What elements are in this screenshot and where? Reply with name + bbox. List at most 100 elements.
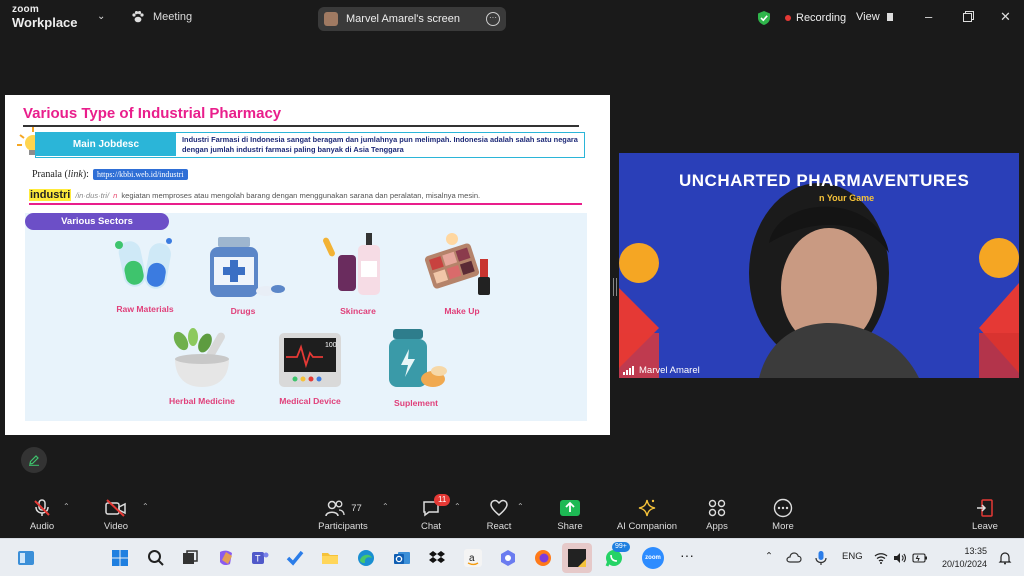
clock-date: 20/10/2024 bbox=[942, 559, 988, 569]
ecg-monitor-icon: 100 bbox=[279, 333, 341, 387]
outlook-icon[interactable] bbox=[392, 548, 412, 568]
amazon-icon[interactable]: a bbox=[463, 548, 483, 568]
split-view-handle[interactable] bbox=[613, 278, 617, 296]
view-grid-icon bbox=[886, 13, 893, 21]
video-button[interactable]: Video bbox=[98, 497, 134, 532]
participants-button[interactable]: 77 Participants bbox=[314, 497, 372, 532]
sector-label: Raw Materials bbox=[116, 304, 174, 314]
share-label: Share bbox=[557, 521, 583, 532]
react-button[interactable]: React bbox=[484, 497, 514, 532]
pranala-prefix: Pranala ( bbox=[32, 169, 68, 180]
pranala-label: Pranala (link): bbox=[32, 169, 89, 180]
dropbox-icon[interactable] bbox=[427, 548, 447, 568]
whatsapp-badge: 99+ bbox=[612, 542, 630, 552]
whatsapp-app[interactable]: 99+ bbox=[604, 542, 630, 568]
shared-screen-slide: Various Type of Industrial Pharmacy Main… bbox=[5, 95, 610, 435]
screen-share-pill[interactable]: Marvel Amarel's screen ··· bbox=[318, 7, 506, 31]
edge-browser-icon[interactable] bbox=[356, 548, 376, 568]
react-options-caret-icon[interactable]: ⌃ bbox=[517, 502, 524, 511]
ai-companion-button[interactable]: AI Companion bbox=[612, 497, 682, 532]
apps-label: Apps bbox=[706, 521, 728, 532]
participant-name: Marvel Amarel bbox=[639, 365, 700, 376]
skincare-bottles-icon bbox=[323, 233, 380, 295]
zoom-workplace-logo[interactable]: zoom Workplace bbox=[12, 5, 78, 30]
pranala-link-word: link bbox=[67, 169, 83, 180]
makeup-palette-icon bbox=[424, 233, 490, 295]
zoom-taskbar-icon[interactable]: zoom bbox=[642, 547, 664, 569]
signal-bars-icon bbox=[623, 366, 634, 375]
pencil-icon bbox=[29, 455, 39, 466]
sector-raw-materials: Raw Materials bbox=[100, 233, 190, 314]
main-jobdesc-label: Main Jobdesc bbox=[36, 133, 176, 156]
share-button[interactable]: Share bbox=[555, 497, 585, 532]
clock[interactable]: 13:35 20/10/2024 bbox=[942, 545, 987, 571]
test-tubes-icon bbox=[115, 238, 172, 289]
participants-options-caret-icon[interactable]: ⌃ bbox=[382, 502, 389, 511]
sector-drugs: Drugs bbox=[198, 233, 288, 316]
cloud-sync-icon[interactable] bbox=[786, 550, 802, 566]
various-sectors-label: Various Sectors bbox=[25, 213, 169, 230]
windows-start-icon[interactable] bbox=[110, 548, 130, 568]
participant-video[interactable]: UNCHARTED PHARMAVENTURES n Your Game Mar… bbox=[619, 153, 1019, 378]
volume-icon[interactable] bbox=[893, 551, 907, 565]
chevron-down-icon[interactable]: ⌄ bbox=[97, 11, 105, 22]
video-banner-subtext: n Your Game bbox=[819, 193, 875, 203]
leave-label: Leave bbox=[972, 521, 998, 532]
more-button[interactable]: More bbox=[768, 497, 798, 532]
more-apps-ellipsis-icon[interactable]: ··· bbox=[680, 547, 694, 563]
sector-herbal-medicine: Herbal Medicine bbox=[147, 327, 257, 406]
teams-icon[interactable]: T bbox=[250, 548, 270, 568]
definition-row: industri /in·dus·tri/ n kegiatan mempros… bbox=[29, 189, 579, 201]
language-indicator[interactable]: ENG bbox=[842, 551, 863, 562]
recording-indicator[interactable]: Recording bbox=[785, 12, 846, 24]
meeting-menu[interactable]: Meeting bbox=[131, 10, 192, 24]
annotate-button[interactable] bbox=[21, 447, 47, 473]
shield-check-icon[interactable] bbox=[757, 10, 771, 26]
definition-text: kegiatan memproses atau mengolah barang … bbox=[121, 191, 481, 200]
audio-options-caret-icon[interactable]: ⌃ bbox=[63, 502, 70, 511]
copilot-icon[interactable] bbox=[216, 548, 236, 568]
audio-button[interactable]: Audio bbox=[24, 497, 60, 532]
wifi-icon[interactable] bbox=[874, 551, 888, 565]
chat-button[interactable]: 11 Chat bbox=[416, 494, 451, 532]
firefox-icon[interactable] bbox=[533, 548, 553, 568]
apps-icon bbox=[708, 499, 726, 517]
minimize-icon[interactable]: – bbox=[925, 9, 932, 24]
view-button[interactable]: View bbox=[856, 11, 893, 23]
sector-label: Herbal Medicine bbox=[169, 396, 235, 406]
more-options-icon[interactable]: ··· bbox=[486, 12, 500, 26]
clock-time: 13:35 bbox=[964, 546, 988, 556]
chat-options-caret-icon[interactable]: ⌃ bbox=[454, 502, 461, 511]
more-dots-icon bbox=[773, 498, 793, 518]
presenter-avatar bbox=[324, 12, 338, 26]
microphone-tray-icon[interactable] bbox=[814, 550, 828, 566]
meeting-label: Meeting bbox=[153, 11, 193, 23]
restore-icon[interactable] bbox=[963, 10, 974, 25]
app-hexagon-icon[interactable] bbox=[498, 548, 518, 568]
sector-label: Medical Device bbox=[279, 396, 341, 406]
file-explorer-icon[interactable] bbox=[320, 548, 340, 568]
show-hidden-icons-icon[interactable]: ⌃ bbox=[765, 551, 773, 562]
participants-icon bbox=[325, 500, 345, 517]
sector-suplement: Suplement bbox=[381, 327, 451, 408]
participants-label: Participants bbox=[318, 521, 368, 532]
definition-divider bbox=[29, 203, 582, 205]
task-view-icon[interactable] bbox=[180, 548, 200, 568]
battery-icon[interactable] bbox=[912, 551, 928, 565]
sector-label: Suplement bbox=[394, 398, 438, 408]
todo-check-icon[interactable] bbox=[285, 548, 305, 568]
apps-button[interactable]: Apps bbox=[702, 497, 732, 532]
video-options-caret-icon[interactable]: ⌃ bbox=[142, 502, 149, 511]
microphone-muted-icon bbox=[34, 499, 50, 516]
pranala-url-link[interactable]: https://kbbi.web.id/industri bbox=[92, 169, 188, 180]
leave-button[interactable]: Leave bbox=[970, 497, 1000, 532]
sticky-notes-icon bbox=[568, 549, 586, 567]
close-icon[interactable]: ✕ bbox=[1000, 9, 1011, 25]
widgets-icon[interactable] bbox=[16, 548, 36, 568]
notification-bell-icon[interactable] bbox=[998, 551, 1012, 565]
search-icon[interactable] bbox=[146, 548, 166, 568]
sticky-notes-app[interactable] bbox=[562, 543, 592, 573]
definition-part-of-speech: n bbox=[113, 191, 118, 200]
video-camera-off-icon bbox=[105, 499, 126, 517]
participants-count: 77 bbox=[351, 502, 362, 514]
